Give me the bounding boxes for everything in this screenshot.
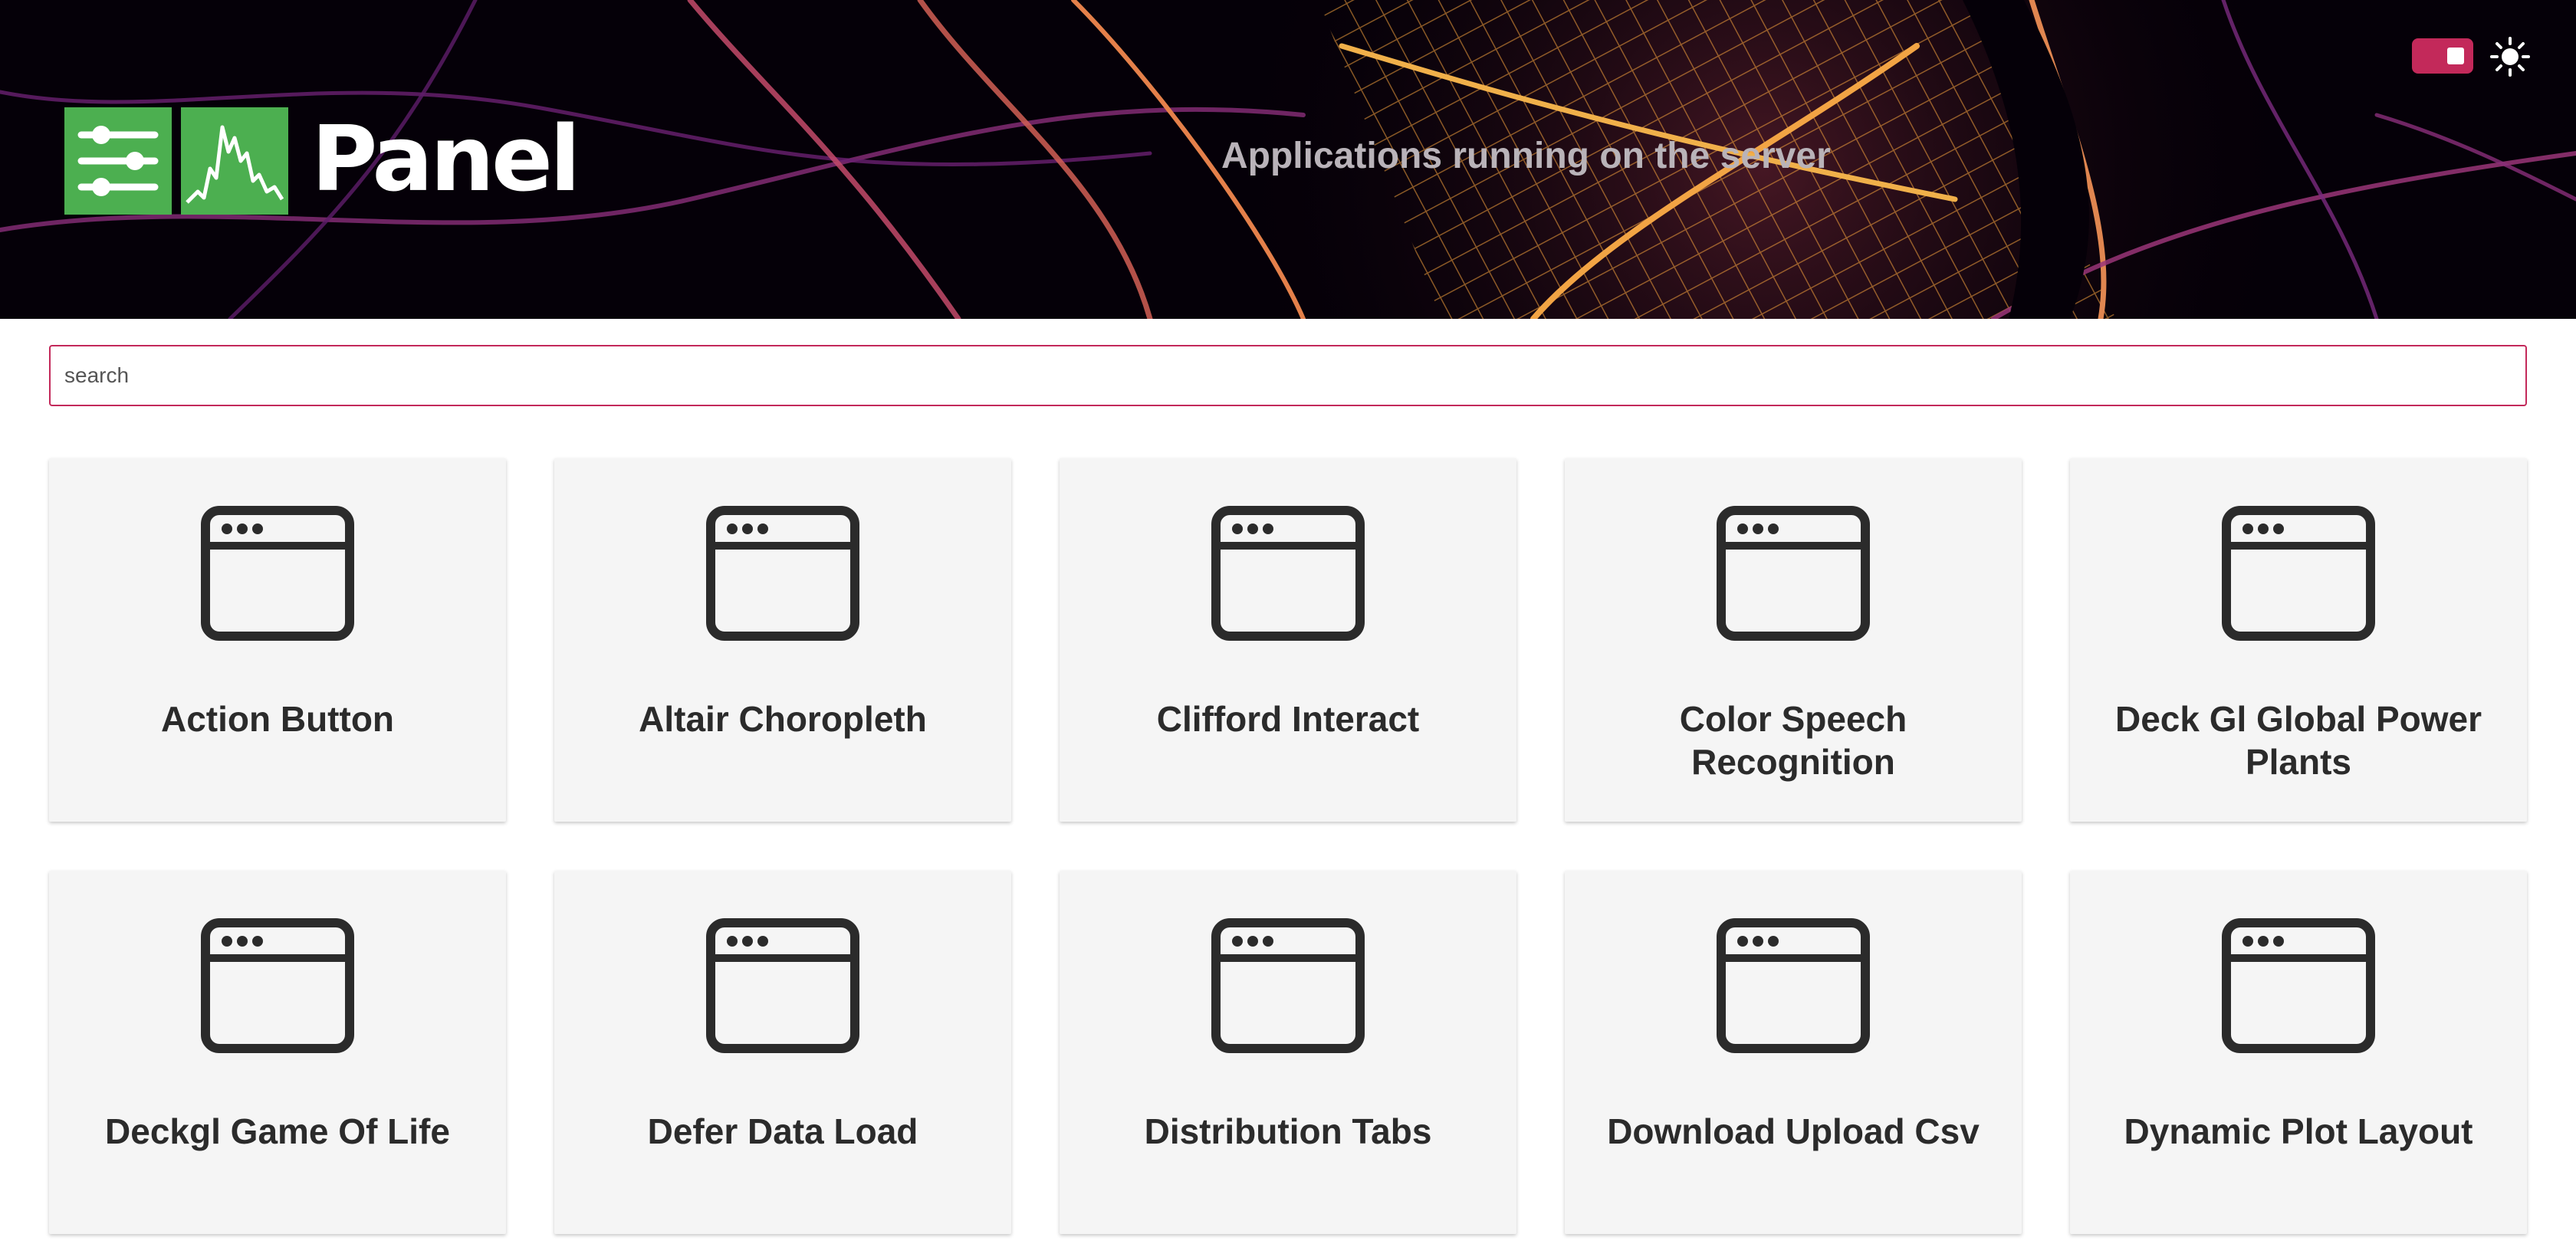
app-card-title: Defer Data Load bbox=[647, 1111, 918, 1151]
panel-logo[interactable]: Panel bbox=[64, 106, 580, 216]
app-card-deck-gl-global-power-plants[interactable]: Deck Gl Global Power Plants bbox=[2070, 458, 2527, 822]
app-grid: Action Button Altair Choropleth Clifford… bbox=[49, 458, 2527, 1234]
theme-toggle[interactable] bbox=[2412, 38, 2473, 74]
line-chart-icon bbox=[181, 107, 288, 215]
toggle-knob bbox=[2447, 48, 2464, 64]
app-window-icon bbox=[706, 918, 859, 1053]
app-card-title: Action Button bbox=[160, 699, 395, 739]
app-card-altair-choropleth[interactable]: Altair Choropleth bbox=[554, 458, 1011, 822]
app-card-title: Deck Gl Global Power Plants bbox=[2114, 699, 2482, 782]
app-card-download-upload-csv[interactable]: Download Upload Csv bbox=[1565, 871, 2022, 1234]
app-window-icon bbox=[1211, 506, 1365, 641]
app-card-title: Dynamic Plot Layout bbox=[2124, 1111, 2473, 1151]
app-card-title: Download Upload Csv bbox=[1607, 1111, 1980, 1151]
app-window-icon bbox=[706, 506, 859, 641]
app-card-action-button[interactable]: Action Button bbox=[49, 458, 506, 822]
app-card-title: Deckgl Game Of Life bbox=[105, 1111, 450, 1151]
search-container bbox=[49, 345, 2527, 406]
app-card-deckgl-game-of-life[interactable]: Deckgl Game Of Life bbox=[49, 871, 506, 1234]
logo-text: Panel bbox=[311, 106, 580, 212]
app-window-icon bbox=[201, 918, 354, 1053]
page-title: Applications running on the server bbox=[1221, 136, 1831, 176]
header-banner: Panel Applications running on the server bbox=[0, 0, 2576, 319]
app-window-icon bbox=[1717, 506, 1870, 641]
sun-icon[interactable] bbox=[2489, 35, 2532, 78]
app-card-title: Color Speech Recognition bbox=[1679, 699, 1907, 782]
app-card-title: Altair Choropleth bbox=[639, 699, 927, 739]
app-card-distribution-tabs[interactable]: Distribution Tabs bbox=[1060, 871, 1516, 1234]
app-card-color-speech-recognition[interactable]: Color Speech Recognition bbox=[1565, 458, 2022, 822]
sliders-icon bbox=[64, 107, 172, 215]
app-card-title: Clifford Interact bbox=[1156, 699, 1420, 739]
app-window-icon bbox=[2222, 506, 2375, 641]
app-card-dynamic-plot-layout[interactable]: Dynamic Plot Layout bbox=[2070, 871, 2527, 1234]
app-card-clifford-interact[interactable]: Clifford Interact bbox=[1060, 458, 1516, 822]
app-window-icon bbox=[1211, 918, 1365, 1053]
app-window-icon bbox=[1717, 918, 1870, 1053]
app-card-defer-data-load[interactable]: Defer Data Load bbox=[554, 871, 1011, 1234]
app-card-title: Distribution Tabs bbox=[1144, 1111, 1432, 1151]
app-window-icon bbox=[201, 506, 354, 641]
search-input[interactable] bbox=[49, 345, 2527, 406]
app-window-icon bbox=[2222, 918, 2375, 1053]
